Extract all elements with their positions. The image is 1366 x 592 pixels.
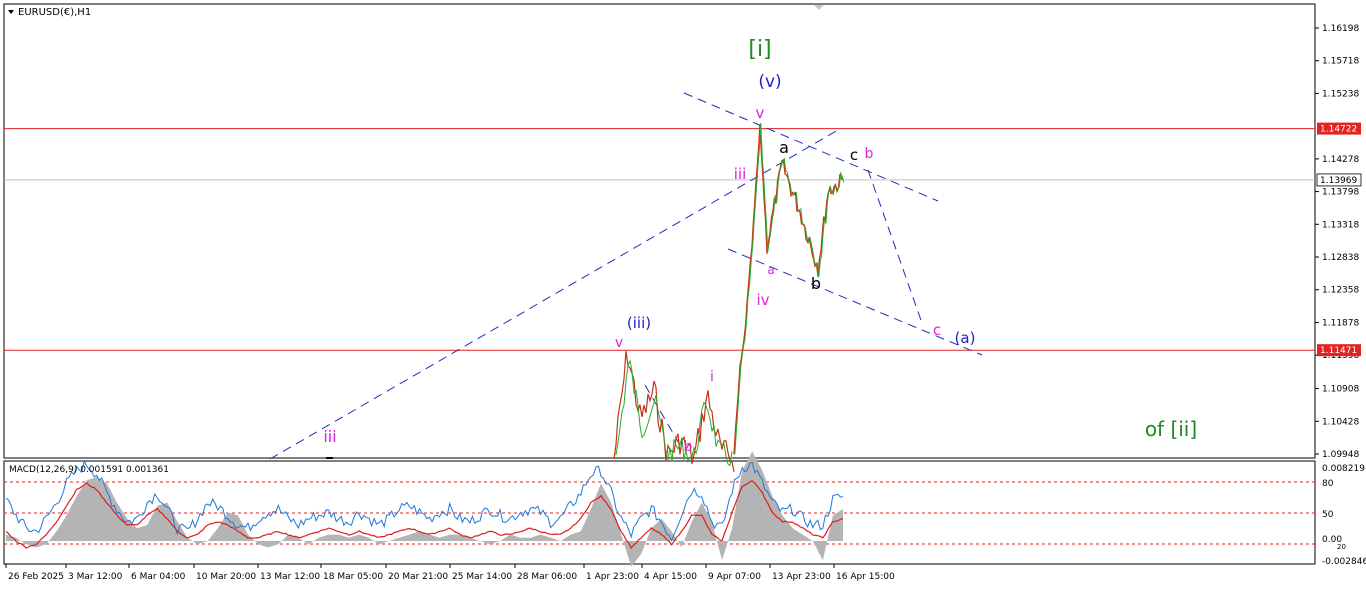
- price-level-label: 1.13969: [1320, 176, 1357, 186]
- macd-axis-label: -0.002846: [1322, 557, 1366, 567]
- time-tick-label: 1 Apr 23:00: [586, 572, 639, 582]
- price-tick-label: 1.10428: [1322, 417, 1359, 427]
- time-tick-label: 25 Mar 14:00: [452, 572, 512, 582]
- price-marker: [326, 457, 333, 459]
- wave-label: [i]: [748, 37, 771, 62]
- chart-window[interactable]: [i] (v) v iii a c b a b iv c (a) (iii) v i b iii of [ii] …: [0, 0, 1366, 588]
- price-tick-label: 1.12838: [1322, 253, 1359, 263]
- background: [0, 0, 1366, 588]
- wave-label: a: [779, 138, 789, 157]
- price-tick-label: 1.13318: [1322, 220, 1359, 230]
- time-tick-label: 10 Mar 20:00: [196, 572, 256, 582]
- time-tick-label: 16 Apr 15:00: [836, 572, 895, 582]
- time-tick-label: 13 Mar 12:00: [260, 572, 320, 582]
- time-tick-label: 9 Apr 07:00: [708, 572, 761, 582]
- wave-label: iii: [323, 427, 336, 446]
- symbol-title: EURUSD(€),H1: [18, 7, 91, 18]
- wave-label: b: [684, 439, 693, 455]
- macd-axis-label: 0.008219: [1322, 464, 1365, 474]
- price-tick-label: 1.15718: [1322, 57, 1359, 67]
- time-tick-label: 4 Apr 15:00: [644, 572, 697, 582]
- price-level-label: 1.11471: [1320, 346, 1357, 356]
- price-tick-label: 1.15238: [1322, 89, 1359, 99]
- time-tick-label: 6 Mar 04:00: [131, 572, 186, 582]
- wave-label: b: [865, 146, 874, 162]
- wave-label: (a): [955, 329, 976, 347]
- price-tick-label: 1.14278: [1322, 155, 1359, 165]
- time-tick-label: 20 Mar 21:00: [388, 572, 448, 582]
- time-tick-label: 3 Mar 12:00: [68, 572, 123, 582]
- price-tick-label: 1.13798: [1322, 188, 1359, 198]
- time-tick-label: 18 Mar 05:00: [323, 572, 383, 582]
- wave-label: a: [767, 263, 774, 277]
- time-tick-label: 28 Mar 06:00: [517, 572, 577, 582]
- wave-label: c: [850, 146, 858, 164]
- wave-label: of [ii]: [1145, 417, 1197, 441]
- price-tick-label: 1.09948: [1322, 450, 1359, 460]
- time-tick-label: 13 Apr 23:00: [772, 572, 831, 582]
- wave-label: v: [756, 104, 765, 122]
- price-tick-label: 1.16198: [1322, 24, 1359, 34]
- wave-label: iv: [756, 291, 769, 309]
- chart-canvas[interactable]: [i](v)viiia c babivc (a)(iii)vibiii of [ii] …: [0, 0, 1366, 588]
- price-tick-label: 1.10908: [1322, 385, 1359, 395]
- macd-axis-label: 50: [1322, 510, 1334, 520]
- time-tick-label: 26 Feb 2025: [8, 572, 64, 582]
- wave-label: (iii): [627, 314, 651, 332]
- wave-label: c: [933, 321, 941, 339]
- wave-label: iii: [734, 165, 747, 183]
- wave-label: (v): [758, 72, 781, 92]
- macd-axis-label: 0.00: [1322, 535, 1342, 545]
- wave-label: i: [710, 369, 714, 385]
- price-level-label: 1.14722: [1320, 125, 1357, 135]
- price-tick-label: 1.12358: [1322, 286, 1359, 296]
- price-tick-label: 1.11878: [1322, 318, 1359, 328]
- macd-axis-label: 80: [1322, 479, 1334, 489]
- wave-label: v: [615, 335, 623, 351]
- macd-title: MACD(12,26,9) 0.001591 0.001361: [9, 465, 169, 475]
- wave-label: b: [811, 274, 821, 293]
